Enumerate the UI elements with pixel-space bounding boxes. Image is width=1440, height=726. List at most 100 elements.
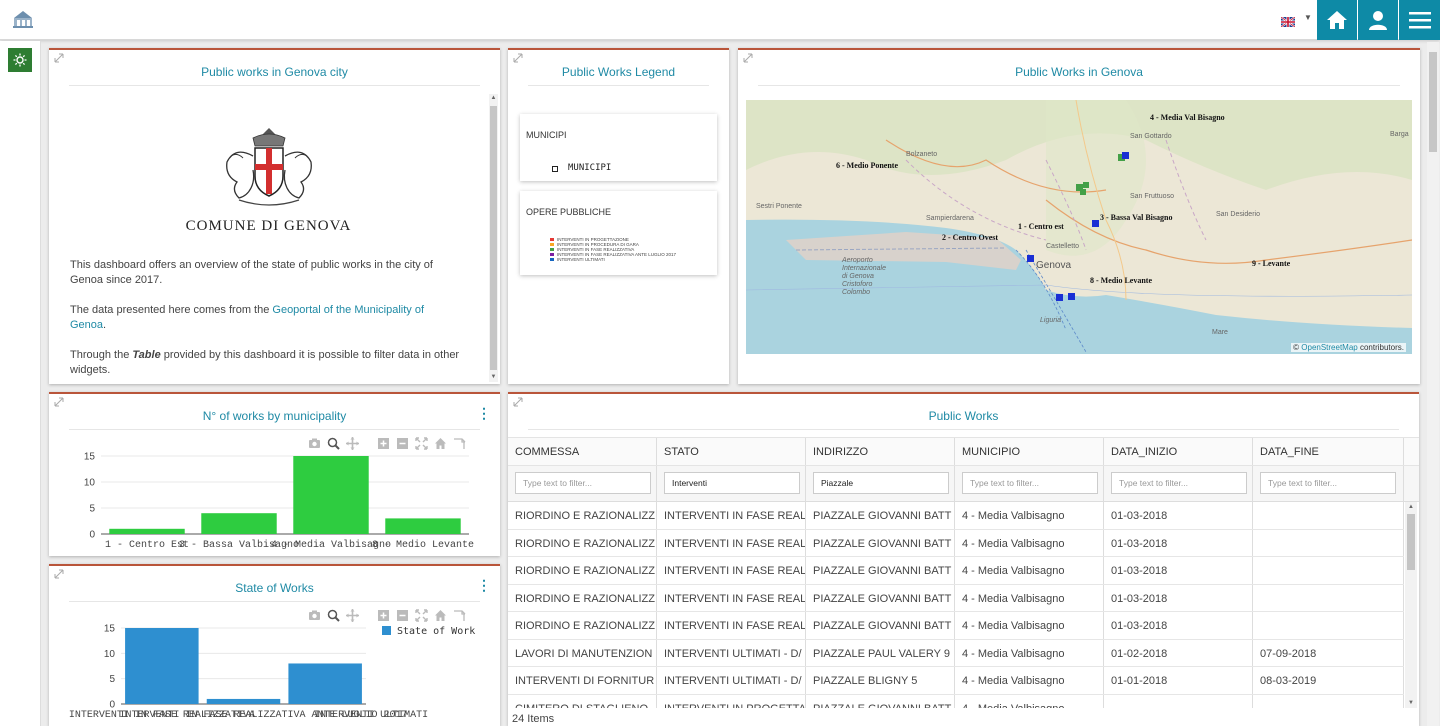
table-filter-row bbox=[508, 466, 1419, 502]
app-logo-icon[interactable] bbox=[12, 8, 34, 30]
table-cell: PIAZZALE BLIGNY 5 bbox=[806, 667, 955, 694]
page-scrollbar-thumb[interactable] bbox=[1429, 52, 1437, 152]
filter-data-inizio-input[interactable] bbox=[1111, 472, 1247, 494]
scroll-up-icon[interactable]: ▲ bbox=[489, 94, 498, 103]
table-scrollbar[interactable]: ▲ ▼ bbox=[1405, 502, 1417, 708]
expand-icon[interactable] bbox=[513, 397, 523, 407]
filter-cell bbox=[806, 466, 955, 501]
scroll-up-icon[interactable]: ▲ bbox=[1405, 502, 1417, 512]
chart1-plot[interactable]: 0510151 - Centro Est3 - Bassa Valbisagno… bbox=[49, 394, 500, 556]
table-row[interactable]: RIORDINO E RAZIONALIZZ INTERVENTI IN FASE… bbox=[508, 557, 1404, 585]
x-tick-label: 1 - Centro Est bbox=[105, 540, 189, 551]
svg-text:Sampierdarena: Sampierdarena bbox=[926, 215, 974, 222]
table-cell: INTERVENTI IN FASE REAL bbox=[657, 557, 806, 584]
chart2-plot[interactable]: 051015INTERVENTI IN FASE REALIZZATIVAINT… bbox=[49, 566, 500, 726]
legend-swatch-icon bbox=[550, 248, 554, 251]
svg-text:Genova: Genova bbox=[1036, 260, 1071, 271]
svg-text:Barga: Barga bbox=[1390, 131, 1409, 138]
column-header-commessa[interactable]: COMMESSA bbox=[508, 438, 657, 465]
table-row[interactable]: RIORDINO E RAZIONALIZZ INTERVENTI IN FASE… bbox=[508, 502, 1404, 530]
column-header-data-inizio[interactable]: DATA_INIZIO bbox=[1104, 438, 1253, 465]
scroll-down-icon[interactable]: ▼ bbox=[489, 373, 498, 382]
filter-cell bbox=[508, 466, 657, 501]
scrollbar-thumb[interactable] bbox=[490, 106, 497, 370]
table-cell: 4 - Media Valbisagno bbox=[955, 694, 1104, 708]
bar bbox=[293, 456, 369, 534]
expand-icon[interactable] bbox=[513, 53, 523, 63]
filter-stato-input[interactable] bbox=[664, 472, 800, 494]
info-paragraph-2-prefix: The data presented here comes from the bbox=[70, 304, 273, 316]
filter-data-fine-input[interactable] bbox=[1260, 472, 1396, 494]
table-cell: PIAZZALE GIOVANNI BATT bbox=[806, 529, 955, 556]
column-header-municipio[interactable]: MUNICIPIO bbox=[955, 438, 1104, 465]
table-row[interactable]: LAVORI DI MANUTENZION INTERVENTI ULTIMATI… bbox=[508, 639, 1404, 667]
table-cell: 4 - Media Valbisagno bbox=[955, 667, 1104, 694]
table-cell: RIORDINO E RAZIONALIZZ bbox=[508, 584, 657, 611]
table-cell: 01-03-2018 bbox=[1104, 502, 1253, 529]
info-widget: Public works in Genova city COMUNE DI GE… bbox=[49, 48, 500, 384]
expand-icon[interactable] bbox=[54, 53, 64, 63]
y-tick-label: 0 bbox=[109, 700, 115, 711]
svg-text:di Genova: di Genova bbox=[842, 273, 874, 280]
column-header-indirizzo[interactable]: INDIRIZZO bbox=[806, 438, 955, 465]
y-tick-label: 0 bbox=[89, 530, 95, 541]
map-widget-title: Public Works in Genova bbox=[758, 65, 1400, 86]
uk-flag-icon[interactable] bbox=[1280, 14, 1296, 28]
top-bar: ▼ bbox=[0, 0, 1440, 40]
theme-toggle-button[interactable] bbox=[8, 48, 32, 72]
info-content: COMUNE DI GENOVA This dashboard offers a… bbox=[49, 92, 488, 384]
column-header-data-fine[interactable]: DATA_FINE bbox=[1253, 438, 1404, 465]
table-cell: INTERVENTI ULTIMATI - D/ bbox=[657, 639, 806, 666]
filter-municipio-input[interactable] bbox=[962, 472, 1098, 494]
scroll-down-icon[interactable]: ▼ bbox=[1405, 698, 1417, 708]
map-svg[interactable]: 4 - Media Val Bisagno 6 - Medio Ponente … bbox=[746, 100, 1412, 354]
y-tick-label: 10 bbox=[104, 649, 116, 660]
scrollbar-thumb[interactable] bbox=[1407, 514, 1415, 570]
hamburger-menu-button[interactable] bbox=[1399, 0, 1440, 40]
x-tick-label: 8 - Medio Levante bbox=[372, 539, 474, 551]
legend-swatch-icon bbox=[550, 238, 554, 241]
user-button[interactable] bbox=[1358, 0, 1398, 40]
table-cell: PIAZZALE GIOVANNI BATT bbox=[806, 612, 955, 639]
map-district-label: 4 - Media Val Bisagno bbox=[1150, 113, 1225, 122]
table-row[interactable]: RIORDINO E RAZIONALIZZ INTERVENTI IN FASE… bbox=[508, 529, 1404, 557]
table-cell: 4 - Media Valbisagno bbox=[955, 502, 1104, 529]
table-row[interactable]: CIMITERO DI STAGLIENO -INTERVENTI IN PRO… bbox=[508, 694, 1404, 708]
info-scrollbar[interactable]: ▲ ▼ bbox=[489, 94, 498, 382]
info-paragraph-3: Through the Table provided by this dashb… bbox=[70, 348, 462, 378]
map-district-label: 6 - Medio Ponente bbox=[836, 161, 898, 170]
map-canvas[interactable]: 4 - Media Val Bisagno 6 - Medio Ponente … bbox=[746, 100, 1412, 354]
column-header-stato[interactable]: STATO bbox=[657, 438, 806, 465]
filter-commessa-input[interactable] bbox=[515, 472, 651, 494]
legend-label: State of Work bbox=[397, 626, 475, 637]
map-district-label: 1 - Centro est bbox=[1018, 222, 1064, 231]
expand-icon[interactable] bbox=[743, 53, 753, 63]
language-caret-icon[interactable]: ▼ bbox=[1304, 13, 1312, 22]
svg-text:Sestri Ponente: Sestri Ponente bbox=[756, 203, 802, 210]
table-cell: 4 - Media Valbisagno bbox=[955, 557, 1104, 584]
table-row[interactable]: RIORDINO E RAZIONALIZZ INTERVENTI IN FASE… bbox=[508, 612, 1404, 640]
table-cell bbox=[1104, 694, 1253, 708]
table-row[interactable]: INTERVENTI DI FORNITUR INTERVENTI ULTIMAT… bbox=[508, 667, 1404, 695]
x-tick-label: INTERVENTI ULTIMATI bbox=[314, 710, 428, 721]
table-cell: RIORDINO E RAZIONALIZZ bbox=[508, 502, 657, 529]
svg-text:Internazionale: Internazionale bbox=[842, 265, 886, 272]
table-cell bbox=[1253, 584, 1404, 611]
legend-swatch-icon bbox=[550, 243, 554, 246]
page-scrollbar[interactable] bbox=[1427, 42, 1439, 726]
legend-group-municipi: MUNICIPI MUNICIPI bbox=[520, 114, 717, 181]
openstreetmap-link[interactable]: OpenStreetMap bbox=[1301, 343, 1357, 352]
home-button[interactable] bbox=[1317, 0, 1357, 40]
table-row[interactable]: RIORDINO E RAZIONALIZZ INTERVENTI IN FASE… bbox=[508, 584, 1404, 612]
info-widget-title: Public works in Genova city bbox=[69, 65, 480, 86]
table-cell: 08-03-2019 bbox=[1253, 667, 1404, 694]
table-cell bbox=[1253, 612, 1404, 639]
filter-indirizzo-input[interactable] bbox=[813, 472, 949, 494]
table-title: Public Works bbox=[528, 409, 1399, 430]
bar bbox=[206, 698, 281, 704]
table-cell: 07-09-2018 bbox=[1253, 639, 1404, 666]
map-attribution: © OpenStreetMap contributors. bbox=[1291, 343, 1406, 352]
svg-text:Colombo: Colombo bbox=[842, 289, 870, 296]
table-cell: INTERVENTI ULTIMATI - D/ bbox=[657, 667, 806, 694]
map-district-label: 2 - Centro Ovest bbox=[942, 233, 998, 242]
